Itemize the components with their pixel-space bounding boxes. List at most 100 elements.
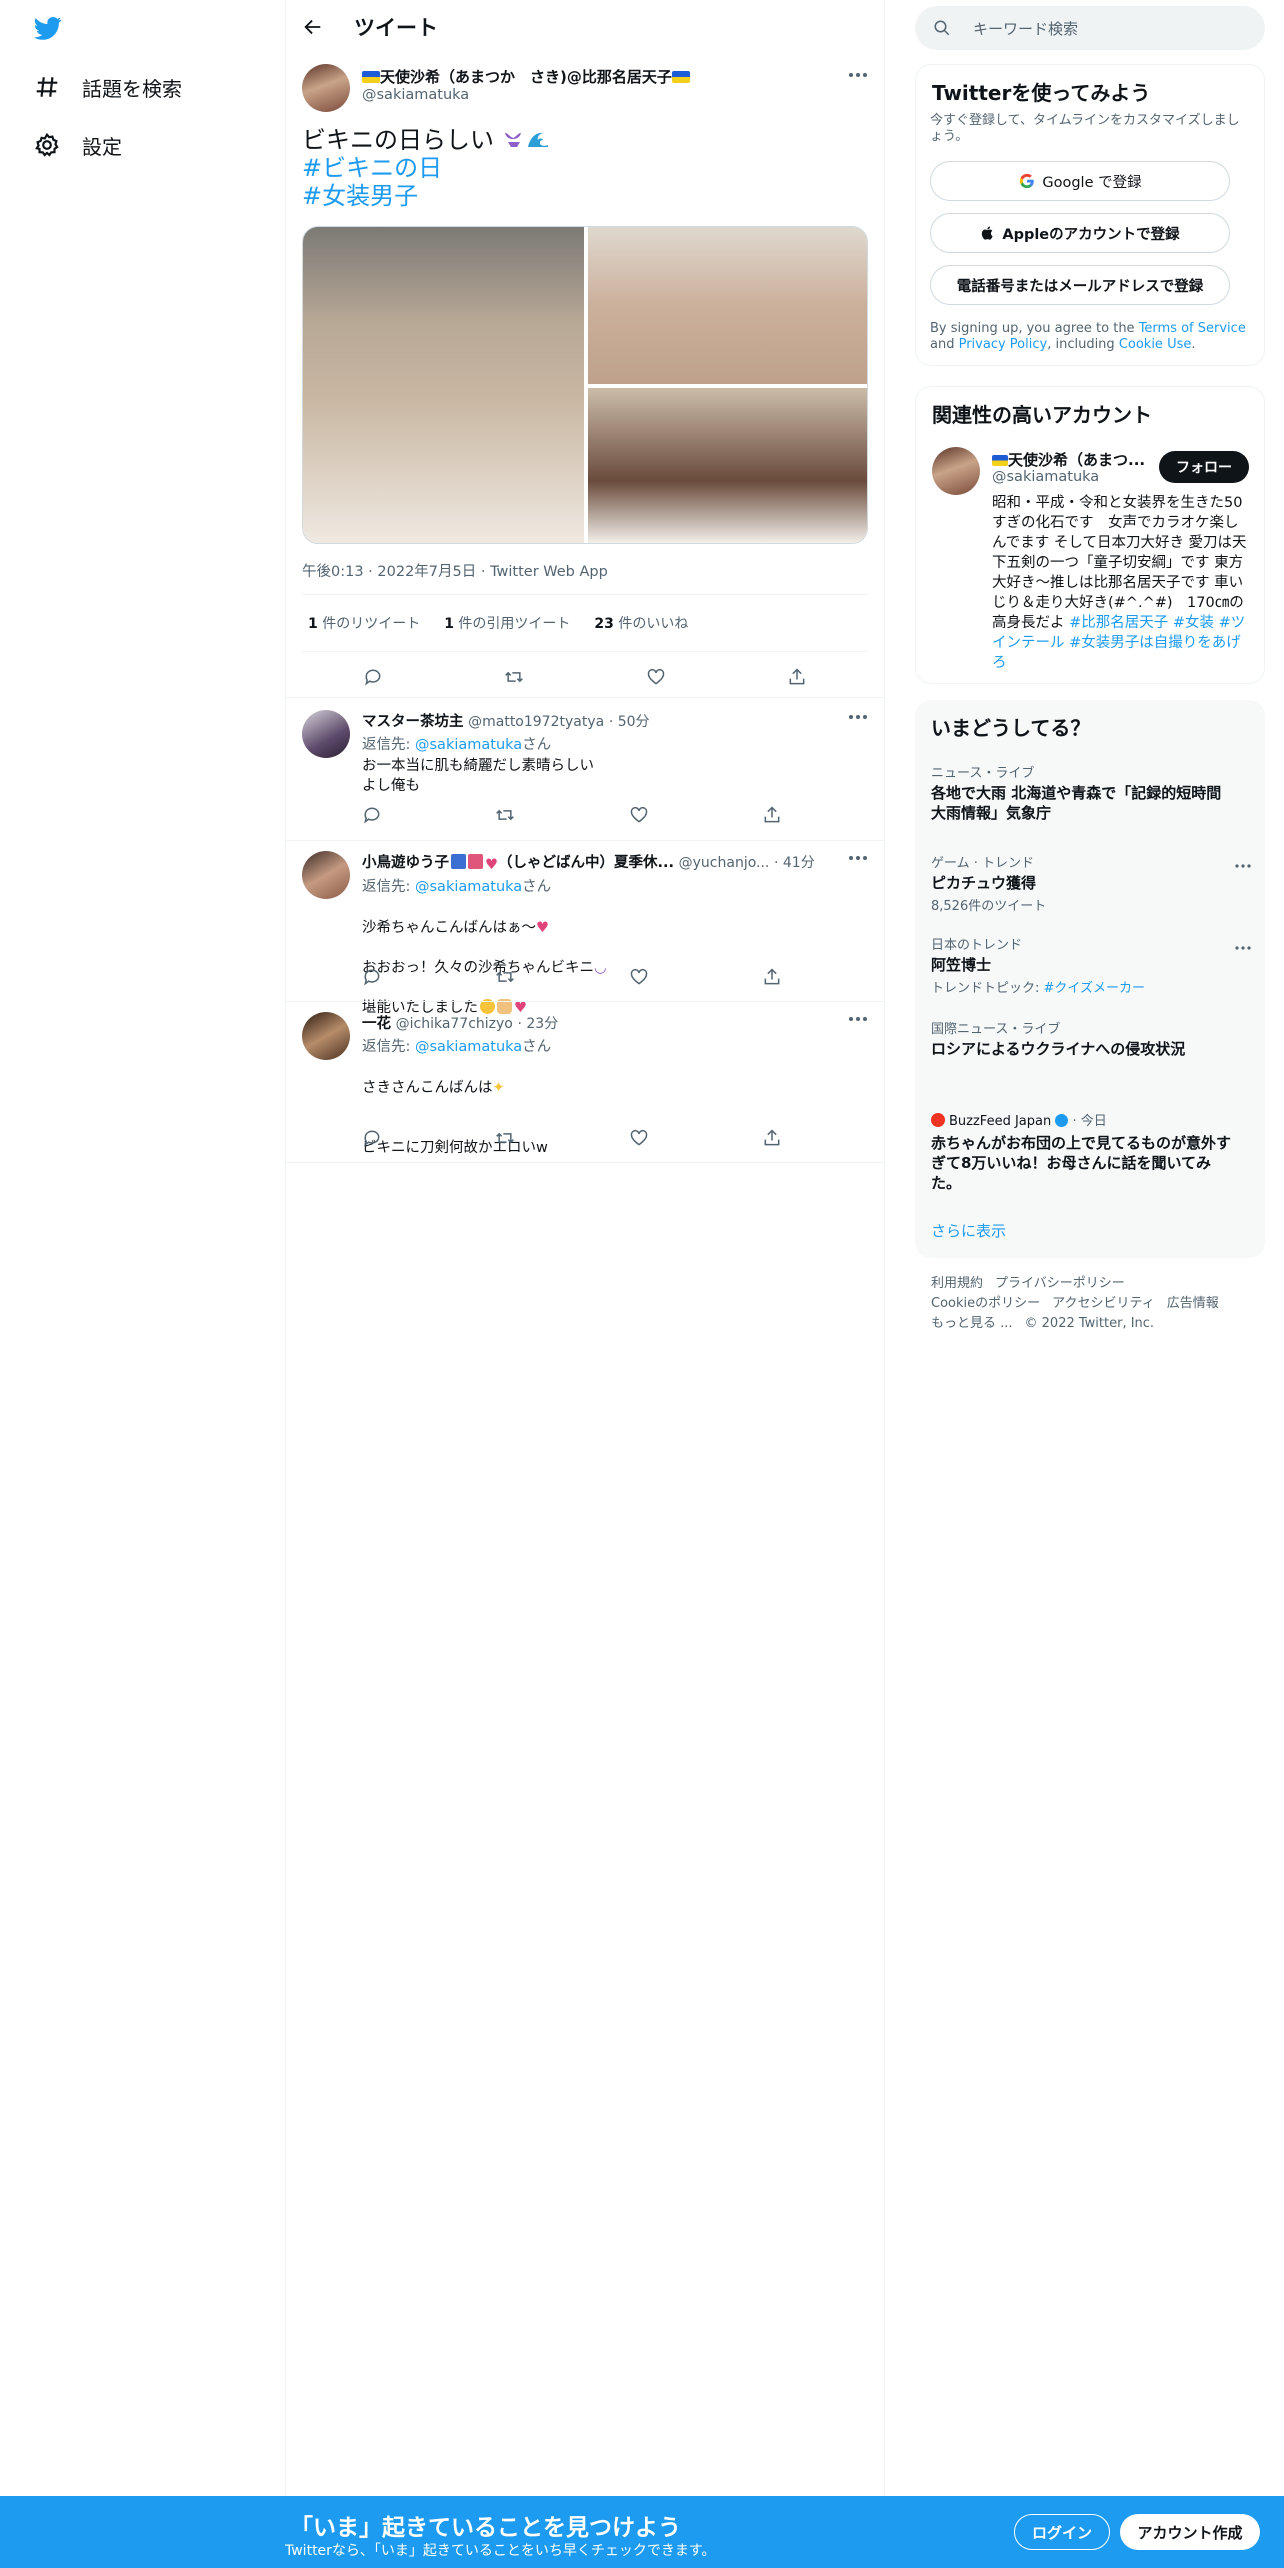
retweet-icon[interactable] [495,1128,515,1148]
hashtag-link[interactable]: #比那名居天子 [1069,615,1168,631]
relevant-account-handle[interactable]: @sakiamatuka [992,469,1099,485]
news-item[interactable]: BuzzFeed Japan · 今日 赤ちゃんがお布団の上で見てるものが意外す… [931,1110,1231,1193]
footer-privacy-link[interactable]: プライバシーポリシー [995,1276,1125,1291]
footer-ads-link[interactable]: 広告情報 [1167,1296,1219,1311]
trend-name: 阿笠博士 [931,956,992,974]
reply-icon[interactable] [362,805,382,825]
tweet-timestamp[interactable]: 午後0:13 · 2022年7月5日 · Twitter Web App [302,560,608,581]
reply-author[interactable]: マスター茶坊主 [362,714,464,730]
trend-item[interactable]: 国際ニュース・ライブ ロシアによるウクライナへの侵攻状況 [931,1018,1231,1059]
login-button[interactable]: ログイン [1014,2514,1110,2550]
reply-author-suffix[interactable]: （しゃどばん中）夏季休... [498,855,674,871]
more-icon[interactable] [848,714,868,720]
reply-handle[interactable]: @yuchanjo... [679,855,770,871]
share-icon[interactable] [762,1128,782,1148]
like-icon[interactable] [629,967,649,987]
like-icon[interactable] [629,1128,649,1148]
more-icon[interactable] [848,1016,868,1022]
trend-item[interactable]: ゲーム · トレンド ピカチュウ獲得 8,526件のツイート [931,852,1231,914]
reply-author[interactable]: 一花 [362,1016,391,1032]
quote-count[interactable]: 1 件の引用ツイート [444,613,570,633]
avatar[interactable] [302,64,350,112]
cookie-link[interactable]: Cookie Use [1119,337,1192,352]
share-icon[interactable] [762,967,782,987]
like-icon[interactable] [629,805,649,825]
retweet-icon[interactable] [495,967,515,987]
reply-text: 沙希ちゃんこんばんはぁ～♥ おおおっ！久々の沙希ちゃんビキニ◡ 堪能いたしました… [362,898,868,1018]
header: ツイート [286,0,884,54]
reply-actions [362,805,782,825]
reply-icon[interactable] [363,667,383,687]
more-icon[interactable] [1235,946,1251,950]
reply-header: 小鳥遊ゆう子 ♥（しゃどばん中）夏季休... @yuchanjo... · 41分 [362,851,868,873]
back-arrow-icon[interactable] [302,16,324,38]
replying-to-link[interactable]: @sakiamatuka [415,879,522,895]
nav-settings[interactable]: 設定 [34,125,122,165]
hashtag-link[interactable]: #女装 [1173,615,1214,631]
divider [286,697,884,698]
hearts-emoji-icon: ♥ [485,857,498,873]
footer-more-link[interactable]: もっと見る ... [931,1316,1013,1331]
search-input[interactable]: キーワード検索 [973,18,1078,39]
tweet-photo[interactable] [588,227,867,384]
tweet-author[interactable]: 天使沙希（あまつか さき)@比那名居天子 [362,66,690,87]
handle[interactable]: @sakiamatuka [362,87,690,103]
terms-link[interactable]: Terms of Service [1139,321,1246,336]
reply-handle[interactable]: @ichika77chizyo [396,1016,513,1032]
show-more-link[interactable]: さらに表示 [931,1220,1006,1241]
apple-signup-button[interactable]: Appleのアカウントで登録 [930,213,1230,253]
share-icon[interactable] [762,805,782,825]
more-icon[interactable] [1235,864,1251,868]
create-account-button[interactable]: アカウント作成 [1120,2514,1260,2550]
reply-time[interactable]: · 23分 [517,1016,558,1032]
share-icon[interactable] [787,667,807,687]
trend-topic-link[interactable]: #クイズメーカー [1044,981,1146,996]
phone-email-signup-button[interactable]: 電話番号またはメールアドレスで登録 [930,265,1230,305]
avatar[interactable] [302,710,350,758]
footer-cookie-link[interactable]: Cookieのポリシー [931,1296,1040,1311]
privacy-link[interactable]: Privacy Policy [959,337,1048,352]
replying-to-link[interactable]: @sakiamatuka [415,737,522,753]
reply-icon[interactable] [362,1128,382,1148]
avatar[interactable] [932,447,980,495]
nav-explore[interactable]: 話題を検索 [34,67,182,107]
reply-author[interactable]: 小鳥遊ゆう子 [362,855,449,871]
twitter-logo-icon[interactable] [32,14,64,42]
avatar[interactable] [302,851,350,899]
follow-button[interactable]: フォロー [1159,451,1249,483]
trend-item[interactable]: 日本のトレンド 阿笠博士 トレンドトピック: #クイズメーカー [931,934,1231,996]
reply-icon[interactable] [362,967,382,987]
retweet-count[interactable]: 1 件のリツイート [308,613,420,633]
column-divider [285,0,286,2496]
retweet-icon[interactable] [504,667,524,687]
apple-icon [982,226,993,240]
signup-banner: 「いま」起きていることを見つけよう Twitterなら、「いま」起きていることを… [0,2496,1284,2568]
avatar[interactable] [302,1012,350,1060]
more-icon[interactable] [848,855,868,861]
like-icon[interactable] [646,667,666,687]
emoji-icons: ♥ [449,854,498,873]
search-box[interactable]: キーワード検索 [915,6,1265,50]
hashtag-link[interactable]: #ビキニの日 [302,154,442,182]
reply-handle[interactable]: @matto1972tyatya [468,714,604,730]
trend-item[interactable]: ニュース・ライブ 各地で大雨 北海道や青森で「記録的短時間大雨情報」気象庁 [931,762,1231,823]
ukraine-flag-icon [362,71,380,83]
tweet-text: ビキニの日らしい #ビキニの日 #女装男子 [302,126,868,210]
hashtag-link[interactable]: #女装男子 [302,182,418,210]
like-count[interactable]: 23 件のいいね [594,613,688,633]
reply-time[interactable]: · 50分 [609,714,650,730]
more-icon[interactable] [848,72,868,78]
signup-card: Twitterを使ってみよう 今すぐ登録して、タイムラインをカスタマイズしましょ… [915,64,1265,366]
footer-terms-link[interactable]: 利用規約 [931,1276,983,1291]
tweet-photo[interactable] [303,227,584,543]
trend-category: ニュース・ライブ [931,766,1035,781]
retweet-icon[interactable] [495,805,515,825]
relevant-account-name[interactable]: 天使沙希（あまつ... [992,449,1145,470]
replying-to-link[interactable]: @sakiamatuka [415,1039,522,1055]
news-time: · 今日 [1072,1114,1107,1129]
tweet-photo[interactable] [588,388,867,543]
reply-time[interactable]: · 41分 [774,855,815,871]
google-signup-button[interactable]: Google で登録 [930,161,1230,201]
footer-accessibility-link[interactable]: アクセシビリティ [1052,1296,1155,1311]
buzzfeed-logo-icon [931,1113,945,1127]
